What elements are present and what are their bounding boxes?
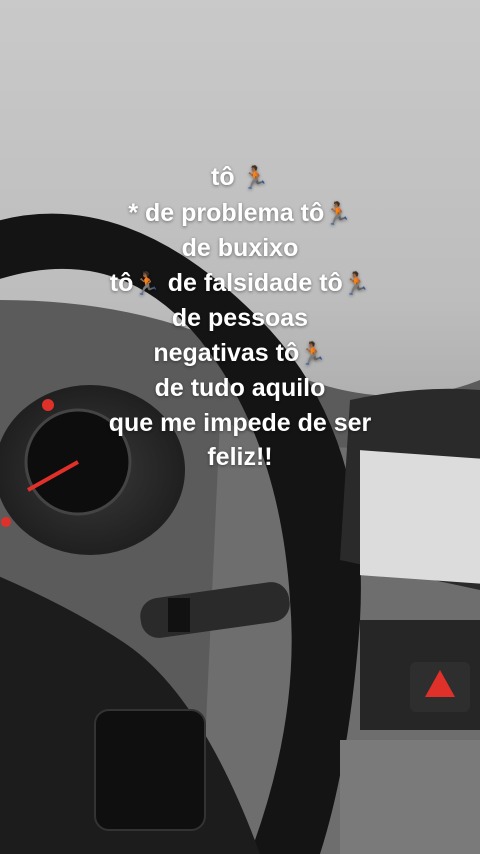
caption-text: de tudo aquilo bbox=[154, 374, 326, 402]
caption-text: de falsidade tô bbox=[160, 268, 343, 297]
person-running-icon: 🏃🏾 bbox=[342, 270, 371, 296]
person-running-icon: 🏃🏾 bbox=[299, 340, 327, 366]
caption-text: * de problema tô bbox=[128, 198, 325, 227]
person-running-icon: 🏃🏾 bbox=[241, 165, 269, 190]
caption-text: tô bbox=[211, 163, 235, 191]
caption-line: tô 🏃🏾 bbox=[0, 160, 480, 196]
caption-line: tô🏃🏾 de falsidade tô🏃🏾 bbox=[0, 266, 480, 302]
caption-text: negativas tô bbox=[153, 338, 300, 367]
caption-line: de buxixo bbox=[0, 231, 480, 266]
caption-line: negativas tô🏃🏾 bbox=[0, 336, 480, 372]
person-running-icon: 🏃🏾 bbox=[324, 200, 352, 226]
caption-text: de pessoas bbox=[171, 304, 309, 332]
story-screen: tô 🏃🏾 * de problema tô🏃🏾 de buxixo tô🏃🏾 … bbox=[0, 0, 480, 854]
person-running-icon: 🏃🏾 bbox=[133, 270, 161, 296]
story-caption: tô 🏃🏾 * de problema tô🏃🏾 de buxixo tô🏃🏾 … bbox=[0, 160, 480, 475]
caption-line: * de problema tô🏃🏾 bbox=[0, 196, 480, 232]
caption-text: de buxixo bbox=[181, 234, 299, 262]
caption-line: que me impede de ser bbox=[0, 406, 480, 441]
caption-text: que me impede de ser bbox=[108, 408, 372, 437]
caption-line: feliz!! bbox=[0, 440, 480, 475]
caption-line: de pessoas bbox=[0, 301, 480, 336]
caption-text: tô bbox=[109, 268, 134, 297]
caption-text: feliz!! bbox=[207, 443, 273, 471]
caption-line: de tudo aquilo bbox=[0, 371, 480, 406]
